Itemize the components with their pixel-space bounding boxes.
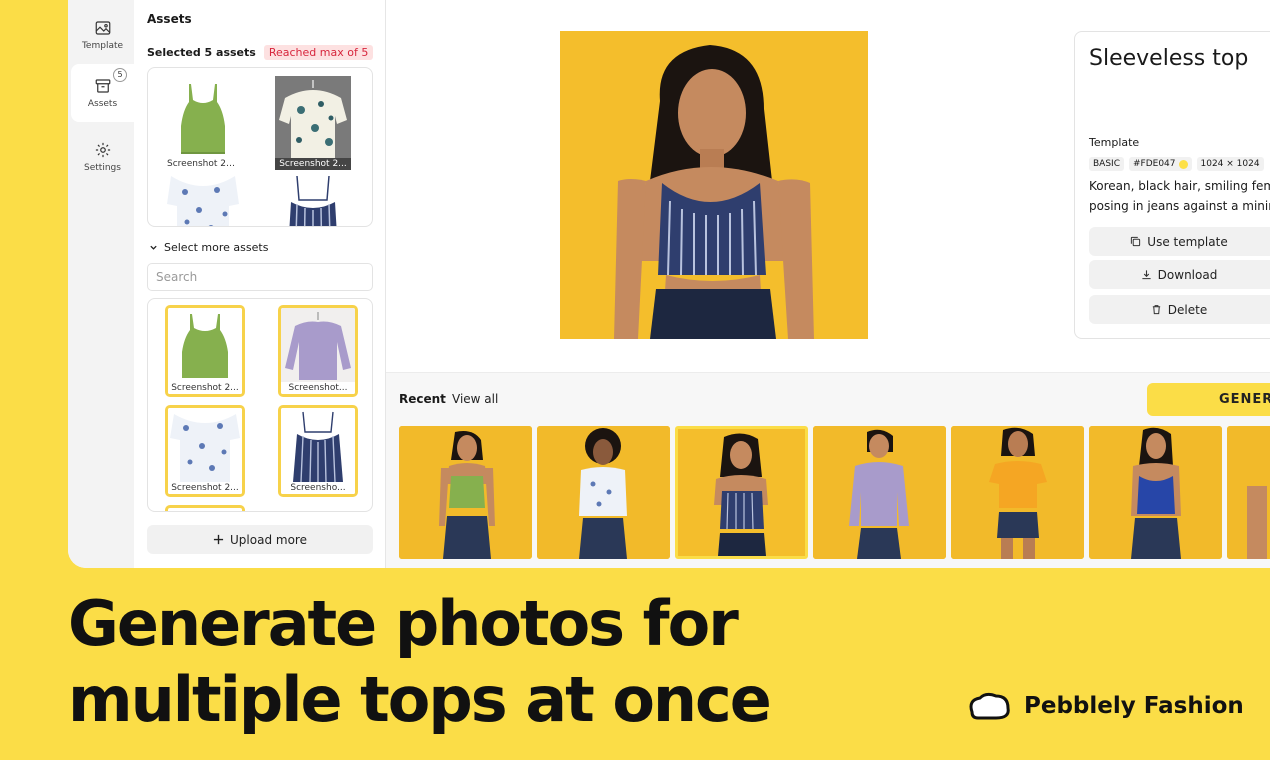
headline-line-2: multiple tops at once	[68, 663, 772, 736]
selection-status: Selected 5 assets Reached max of 5	[147, 45, 374, 60]
generate-button[interactable]: GENERA	[1147, 383, 1270, 416]
model-white-floral-photo	[537, 426, 670, 559]
template-label: Template	[1089, 136, 1140, 149]
brand: Pebblely Fashion	[966, 690, 1244, 722]
rail-item-assets[interactable]: Assets 5	[71, 64, 134, 122]
green-top-image	[165, 76, 241, 170]
rail-item-template[interactable]: Template	[71, 6, 134, 64]
tag-color: #FDE047	[1128, 157, 1192, 171]
asset-caption: Screenshot 2...	[275, 158, 351, 170]
max-reached-badge: Reached max of 5	[263, 45, 374, 60]
tag-size-text: 1024 × 1024	[1200, 159, 1260, 169]
pebble-logo-icon	[969, 692, 1010, 720]
recent-photo[interactable]	[537, 426, 670, 559]
asset-caption: Screenshot 20...	[165, 158, 241, 170]
grid-asset-lavender-sweater[interactable]: Screenshot...	[278, 305, 358, 397]
select-more-label: Select more assets	[164, 241, 269, 254]
white-floral-top-image	[165, 174, 241, 226]
asset-caption: Screenshot 2...	[168, 482, 242, 494]
tag-color-text: #FDE047	[1132, 159, 1176, 169]
download-button[interactable]: Download	[1089, 260, 1270, 289]
asset-caption: Screensho...	[281, 482, 355, 494]
gear-icon	[95, 142, 110, 158]
archive-icon	[95, 79, 110, 93]
color-swatch	[1178, 159, 1188, 169]
recent-photo-selected[interactable]	[675, 426, 808, 559]
headline: Generate photos for multiple tops at onc…	[68, 586, 772, 738]
image-icon	[95, 21, 110, 35]
model-blue-tank-photo	[1089, 426, 1222, 559]
recent-photo-partial[interactable]	[1227, 426, 1270, 559]
grid-asset-partial[interactable]	[165, 505, 245, 511]
assets-count-badge: 5	[113, 68, 127, 82]
view-all-link[interactable]: View all	[452, 392, 498, 406]
select-more-toggle[interactable]: Select more assets	[149, 241, 268, 254]
recent-photo[interactable]	[399, 426, 532, 559]
rail-label-template: Template	[81, 41, 124, 51]
tag-size: 1024 × 1024	[1196, 157, 1264, 171]
selected-asset-floral-blouse[interactable]: Screenshot 2...	[275, 76, 351, 170]
grid-asset-blue-cami[interactable]: Screensho...	[278, 405, 358, 497]
tag-style: BASIC	[1089, 157, 1124, 171]
chevron-down-icon	[150, 245, 157, 250]
model-blue-cami-photo	[678, 429, 805, 556]
left-rail: Template Assets 5 Settings	[68, 0, 134, 568]
selected-asset-blue-cami[interactable]	[275, 174, 351, 226]
grid-asset-white-floral-top[interactable]: Screenshot 2...	[165, 405, 245, 497]
generated-image-preview	[560, 31, 868, 339]
selected-asset-green-top[interactable]: Screenshot 20...	[165, 76, 241, 170]
selected-asset-white-floral-top[interactable]	[165, 174, 241, 226]
headline-line-1: Generate photos for	[68, 587, 739, 660]
app-window: Template Assets 5 Settings Assets Select…	[68, 0, 1270, 568]
recent-photo[interactable]	[813, 426, 946, 559]
trash-icon	[1152, 305, 1160, 315]
model-yellow-tee-photo	[951, 426, 1084, 559]
use-template-label: Use template	[1147, 234, 1228, 249]
assets-title: Assets	[147, 12, 192, 26]
search-input[interactable]	[147, 263, 373, 291]
blue-cami-image	[275, 174, 351, 226]
template-tags: BASIC #FDE047 1024 × 1024	[1089, 157, 1264, 171]
rail-label-settings: Settings	[84, 163, 121, 173]
upload-more-label: Upload more	[230, 532, 307, 547]
rail-item-settings[interactable]: Settings	[71, 128, 134, 186]
assets-panel: Assets Selected 5 assets Reached max of …	[134, 0, 386, 568]
floral-blouse-image	[275, 76, 351, 170]
delete-button[interactable]: Delete	[1089, 295, 1270, 324]
recent-photo[interactable]	[951, 426, 1084, 559]
rail-label-assets: Assets	[87, 99, 118, 109]
asset-caption: Screenshot 2...	[168, 382, 242, 394]
copy-icon	[1131, 236, 1141, 247]
prompt-line: posing in jeans against a minima	[1089, 199, 1270, 213]
plus-icon	[213, 534, 224, 545]
download-label: Download	[1157, 267, 1218, 282]
model-lavender-sweater-photo	[813, 426, 946, 559]
recent-tab[interactable]: Recent	[399, 392, 446, 406]
recent-photo[interactable]	[1089, 426, 1222, 559]
grid-asset-green-top[interactable]: Screenshot 2...	[165, 305, 245, 397]
selected-assets-box: Screenshot 20... Screenshot 2...	[147, 67, 373, 227]
prompt-text: Korean, black hair, smiling femal posing…	[1089, 176, 1270, 216]
delete-label: Delete	[1167, 302, 1208, 317]
tag-style-text: BASIC	[1093, 159, 1120, 169]
model-green-top-photo	[399, 426, 532, 559]
recent-section: Recent View all GENERA	[386, 372, 1270, 568]
prompt-line: Korean, black hair, smiling femal	[1089, 179, 1270, 193]
model-partial-photo	[1227, 426, 1270, 559]
asset-caption: Screenshot...	[281, 382, 355, 394]
detail-card: Sleeveless top Template BASIC #FDE047 10…	[1074, 31, 1270, 339]
selected-count-text: Selected 5 assets	[147, 46, 256, 59]
detail-title: Sleeveless top	[1089, 46, 1249, 71]
upload-more-button[interactable]: Upload more	[147, 525, 373, 554]
use-template-button[interactable]: Use template	[1089, 227, 1270, 256]
brand-name: Pebblely Fashion	[1024, 693, 1244, 719]
asset-grid: Screenshot 2... Screenshot... Screenshot…	[147, 298, 373, 512]
download-icon	[1142, 270, 1151, 280]
model-photo	[560, 31, 868, 339]
